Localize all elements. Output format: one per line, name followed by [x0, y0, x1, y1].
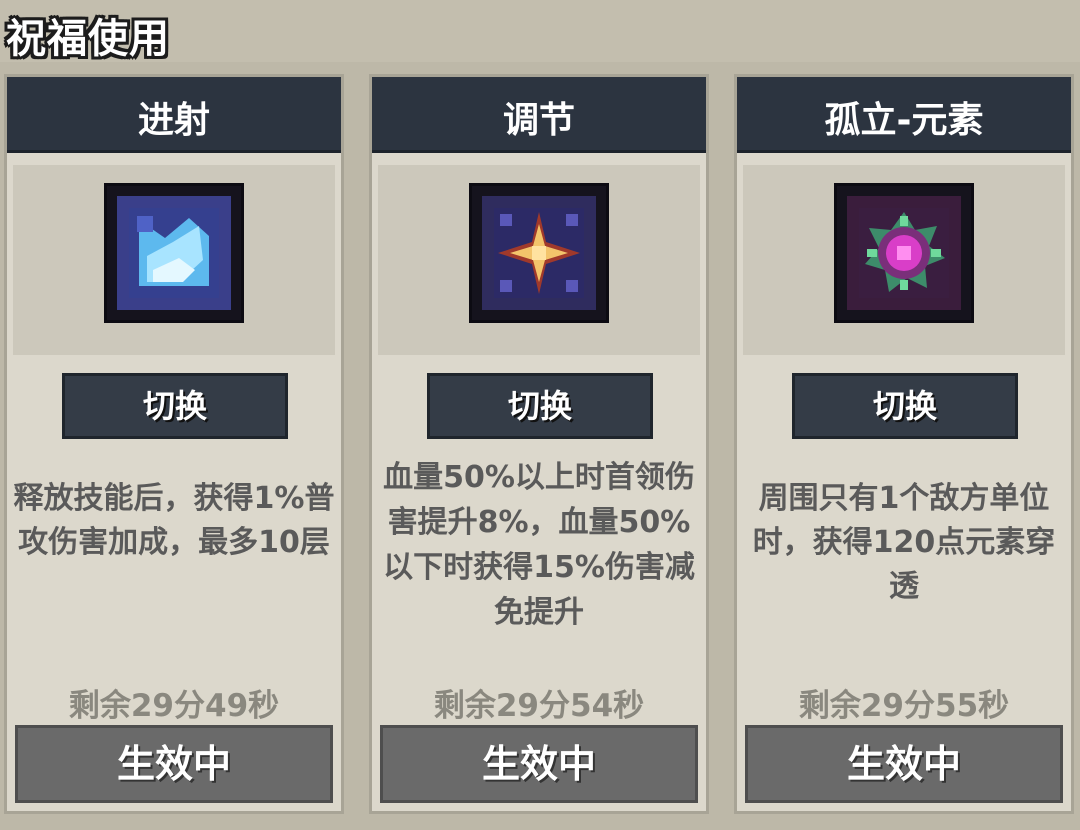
active-status-button[interactable]: 生效中: [380, 725, 698, 803]
switch-button[interactable]: 切换: [792, 373, 1018, 439]
remaining-time: 剩余29分54秒: [433, 688, 645, 724]
icon-panel: [13, 165, 335, 355]
switch-button[interactable]: 切换: [62, 373, 288, 439]
blessing-card: 孤立-元素 切换 周围只有1个敌方单位时，获得120点元素穿透 剩余29分55秒…: [734, 74, 1074, 814]
active-status-button[interactable]: 生效中: [15, 725, 333, 803]
blessing-card-list: 进射 切换 释放技能后，获得1%普攻伤害加成，最多10层 剩余29分49秒 生效…: [0, 68, 1080, 830]
card-title-bar: 孤立-元素: [737, 77, 1071, 153]
card-title: 进射: [137, 100, 210, 141]
switch-button[interactable]: 切换: [427, 373, 653, 439]
active-status-button[interactable]: 生效中: [745, 725, 1063, 803]
page-title: 祝福使用: [6, 16, 170, 62]
card-title: 孤立-元素: [824, 100, 984, 141]
card-title: 调节: [502, 100, 575, 141]
blessing-card: 调节 切换 血量50%以上时首领伤害提升8%，血量50%以下时获得15%伤害减免…: [369, 74, 709, 814]
blessing-card: 进射 切换 释放技能后，获得1%普攻伤害加成，最多10层 剩余29分49秒 生效…: [4, 74, 344, 814]
dash-shard-icon: [107, 186, 241, 320]
blessing-description: 血量50%以上时首领伤害提升8%，血量50%以下时获得15%伤害减免提升: [383, 460, 695, 630]
blessing-description: 周围只有1个敌方单位时，获得120点元素穿透: [752, 481, 1056, 604]
sun-star-icon: [472, 186, 606, 320]
card-title-bar: 进射: [7, 77, 341, 153]
icon-panel: [378, 165, 700, 355]
blessing-description: 释放技能后，获得1%普攻伤害加成，最多10层: [13, 481, 335, 560]
icon-panel: [743, 165, 1065, 355]
card-title-bar: 调节: [372, 77, 706, 153]
header-bar: 祝福使用: [0, 0, 1080, 62]
remaining-time: 剩余29分49秒: [68, 688, 280, 724]
remaining-time: 剩余29分55秒: [798, 688, 1010, 724]
element-orb-icon: [837, 186, 971, 320]
